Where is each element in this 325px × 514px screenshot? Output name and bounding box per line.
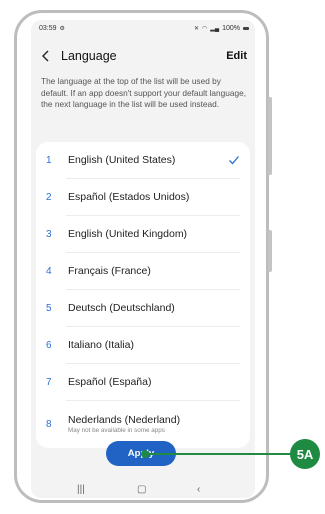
language-number: 2 (46, 191, 52, 203)
recents-icon[interactable]: ||| (77, 484, 85, 495)
battery-level: 100% (222, 25, 240, 32)
header: Language Edit (31, 46, 255, 66)
home-icon[interactable]: ▢ (137, 484, 146, 495)
divider (66, 400, 240, 401)
power-button (268, 230, 272, 272)
battery-icon (243, 27, 249, 30)
language-number: 8 (46, 418, 52, 430)
language-number: 5 (46, 302, 52, 314)
language-note: May not be available in some apps (68, 427, 165, 434)
screen: 03:59 ⚙ ✕ ◠ ▂▄ 100% Language Edit The la… (31, 20, 255, 498)
language-number: 1 (46, 154, 52, 166)
language-item-2[interactable]: 2 Español (Estados Unidos) (36, 179, 250, 215)
language-number: 7 (46, 376, 52, 388)
language-name: Français (France) (68, 265, 151, 277)
language-item-4[interactable]: 4 Français (France) (36, 253, 250, 289)
language-number: 6 (46, 339, 52, 351)
language-name: Italiano (Italia) (68, 339, 134, 351)
page-title: Language (61, 49, 117, 63)
language-name: Español (Estados Unidos) (68, 191, 190, 203)
chevron-left-icon[interactable] (39, 49, 53, 63)
callout-dot (141, 450, 149, 458)
notification-icon: ⚙ (59, 26, 65, 32)
wifi-icon: ◠ (201, 26, 208, 32)
status-bar: 03:59 ⚙ ✕ ◠ ▂▄ 100% (31, 20, 255, 37)
language-name: Nederlands (Nederland) (68, 414, 181, 426)
language-name: Español (España) (68, 376, 152, 388)
language-item-3[interactable]: 3 English (United Kingdom) (36, 216, 250, 252)
callout-badge: 5A (290, 439, 320, 469)
language-item-7[interactable]: 7 Español (España) (36, 364, 250, 400)
language-name: English (United Kingdom) (68, 228, 188, 240)
language-item-1[interactable]: 1 English (United States) (36, 142, 250, 178)
check-icon (229, 156, 239, 165)
status-time: 03:59 (39, 25, 57, 32)
language-number: 3 (46, 228, 52, 240)
navigation-bar: ||| ▢ ‹ (31, 483, 255, 498)
volume-button (268, 97, 272, 175)
language-name: Deutsch (Deutschland) (68, 302, 175, 314)
edit-button[interactable]: Edit (226, 50, 247, 62)
language-item-8[interactable]: 8 Nederlands (Nederland) May not be avai… (36, 404, 250, 444)
language-list: 1 English (United States) 2 Español (Est… (36, 142, 250, 448)
callout-line (144, 453, 291, 455)
description-text: The language at the top of the list will… (41, 76, 247, 109)
language-item-5[interactable]: 5 Deutsch (Deutschland) (36, 290, 250, 326)
mute-icon: ✕ (193, 26, 199, 32)
language-name: English (United States) (68, 154, 176, 166)
back-nav-icon[interactable]: ‹ (197, 484, 200, 495)
language-item-6[interactable]: 6 Italiano (Italia) (36, 327, 250, 363)
language-number: 4 (46, 265, 52, 277)
signal-icon: ▂▄ (210, 26, 220, 32)
